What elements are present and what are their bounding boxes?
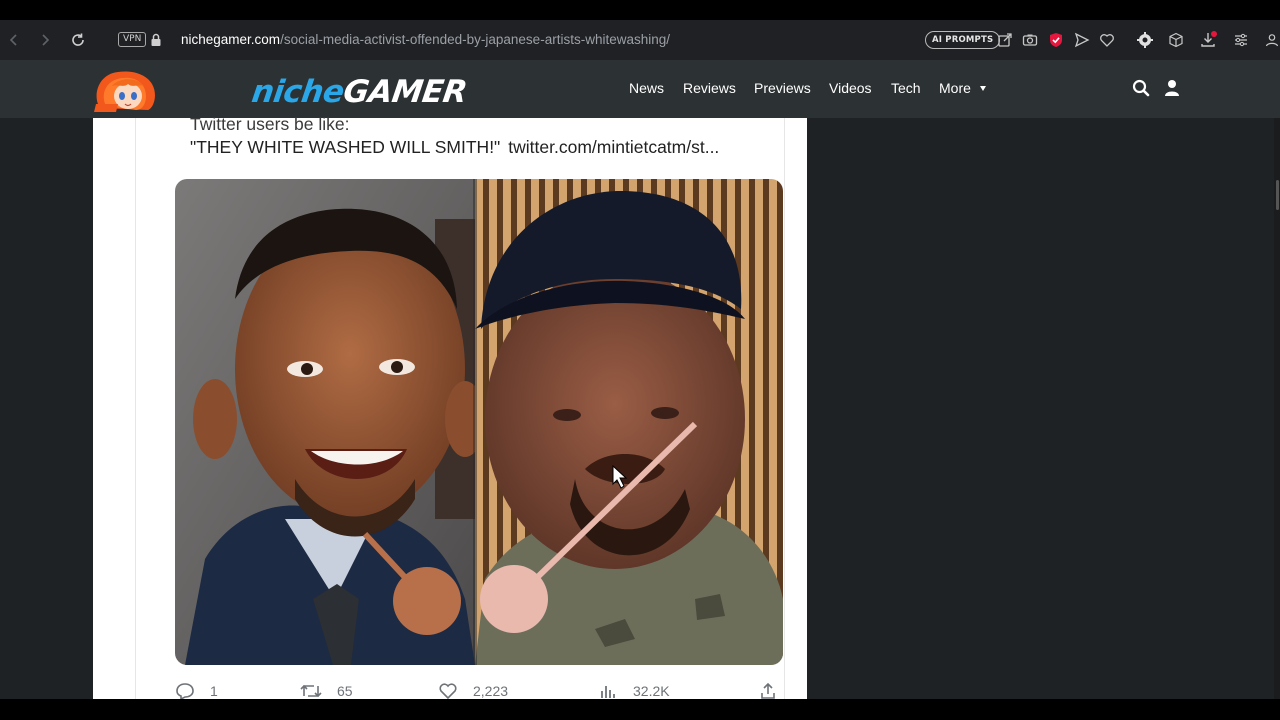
- retweet-action[interactable]: 65: [300, 682, 353, 700]
- logo-wordmark: nicheGAMER: [249, 74, 469, 110]
- box-icon[interactable]: [1166, 30, 1186, 50]
- tweet-quote: "THEY WHITE WASHED WILL SMITH!": [190, 137, 501, 157]
- send-icon[interactable]: [1072, 30, 1092, 50]
- nav-videos[interactable]: Videos: [829, 80, 872, 96]
- tweet-text-line1: Twitter users be like:: [190, 114, 350, 134]
- url-domain: nichegamer.com: [181, 32, 281, 47]
- skin-swatch-right: [480, 565, 548, 633]
- camera-icon[interactable]: [1020, 30, 1040, 50]
- skin-swatch-left: [393, 567, 461, 635]
- reply-icon: [176, 683, 194, 700]
- ai-prompts-button[interactable]: AI PROMPTS: [925, 31, 1001, 49]
- comparison-photo: [175, 179, 783, 665]
- logo-gamer: GAMER: [341, 74, 470, 110]
- reply-action[interactable]: 1: [175, 682, 218, 700]
- shield-icon[interactable]: [1046, 30, 1066, 50]
- share-tweet-icon: [761, 682, 775, 699]
- menu-icon[interactable]: [1231, 30, 1251, 50]
- heart-icon[interactable]: [1097, 30, 1117, 50]
- url-path: /social-media-activist-offended-by-japan…: [280, 32, 670, 47]
- nav-reviews[interactable]: Reviews: [683, 80, 736, 96]
- site-header: nicheGAMER News Reviews Previews Videos …: [0, 60, 1280, 118]
- reply-count: 1: [210, 683, 218, 699]
- forward-icon[interactable]: [35, 30, 55, 50]
- retweet-icon: [300, 684, 322, 698]
- tweet-text-line2: "THEY WHITE WASHED WILL SMITH!" twitter.c…: [190, 137, 719, 158]
- views-action[interactable]: 32.2K: [599, 682, 670, 700]
- like-icon: [439, 683, 457, 700]
- site-logo[interactable]: nicheGAMER: [92, 68, 482, 112]
- top-black-strip: [0, 0, 1280, 20]
- nav-tech[interactable]: Tech: [891, 80, 921, 96]
- extension-icon[interactable]: [1135, 30, 1155, 50]
- search-icon[interactable]: [1132, 79, 1150, 102]
- address-bar[interactable]: nichegamer.com/social-media-activist-off…: [181, 32, 670, 47]
- nav-previews[interactable]: Previews: [754, 80, 811, 96]
- share-tweet-action[interactable]: [759, 682, 777, 700]
- more-caret-icon[interactable]: [980, 86, 986, 91]
- tweet-link[interactable]: twitter.com/mintietcatm/st...: [508, 137, 719, 157]
- reload-icon[interactable]: [68, 30, 88, 50]
- scrollbar-thumb[interactable]: [1276, 180, 1279, 210]
- mascot-logo-icon: [94, 71, 155, 112]
- lock-icon[interactable]: [146, 30, 166, 50]
- user-icon[interactable]: [1164, 79, 1180, 102]
- like-count: 2,223: [473, 683, 509, 699]
- views-icon: [601, 686, 615, 698]
- share-icon[interactable]: [995, 30, 1015, 50]
- back-icon[interactable]: [4, 30, 24, 50]
- bottom-black-strip: [0, 699, 1280, 720]
- browser-toolbar: VPN nichegamer.com/social-media-activist…: [0, 20, 1280, 60]
- vpn-badge[interactable]: VPN: [118, 32, 147, 47]
- profile-icon[interactable]: [1262, 30, 1280, 50]
- retweet-count: 65: [337, 683, 353, 699]
- nav-news[interactable]: News: [629, 80, 664, 96]
- nav-more[interactable]: More: [939, 80, 971, 96]
- tweet-image[interactable]: [175, 179, 783, 665]
- logo-niche: niche: [249, 74, 347, 110]
- like-action[interactable]: 2,223: [438, 682, 508, 700]
- views-count: 32.2K: [633, 683, 670, 699]
- download-icon[interactable]: [1199, 30, 1219, 50]
